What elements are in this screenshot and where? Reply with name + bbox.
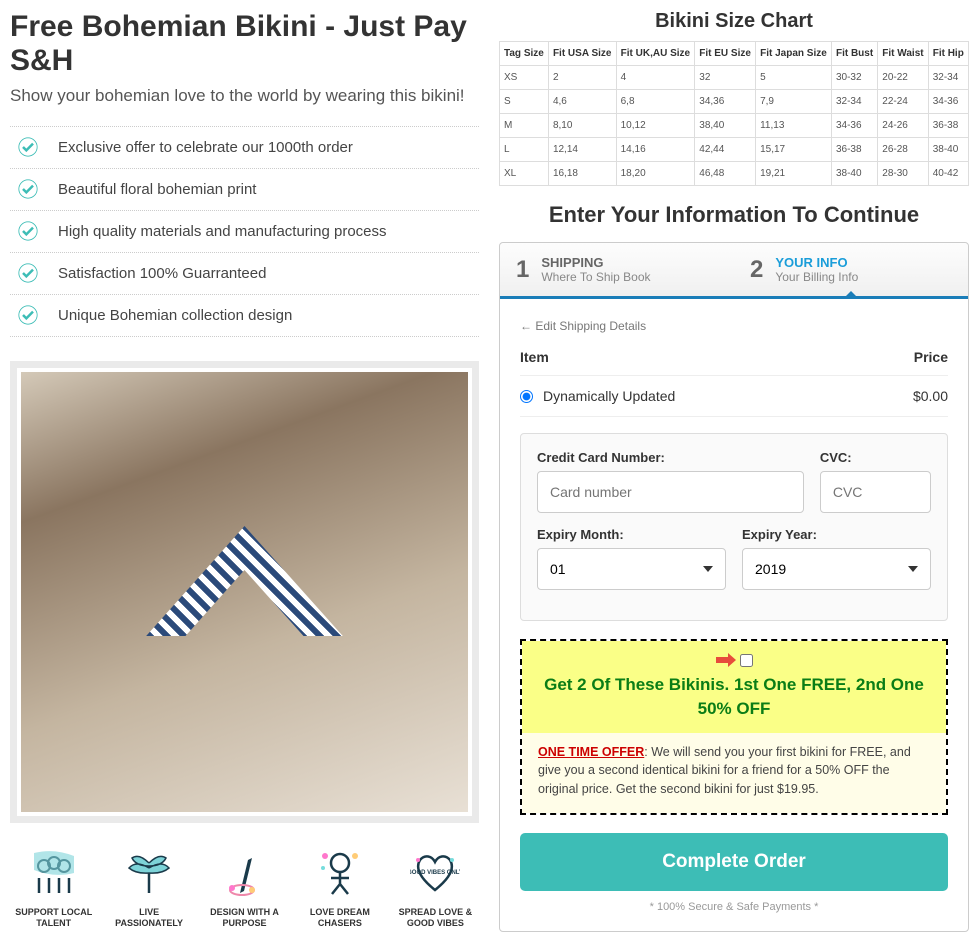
size-chart-title: Bikini Size Chart <box>499 10 969 33</box>
svg-text:GOOD VIBES ONLY: GOOD VIBES ONLY <box>410 870 460 876</box>
size-header: Fit Hip <box>928 42 968 66</box>
page-title: Free Bohemian Bikini - Just Pay S&H <box>10 10 479 78</box>
size-header: Fit UK,AU Size <box>616 42 695 66</box>
size-header: Fit USA Size <box>548 42 616 66</box>
check-icon <box>18 305 38 325</box>
upsell-checkbox[interactable] <box>740 654 753 667</box>
value-icons-row: SUPPORT LOCAL TALENT LIVE PASSIONATELY D… <box>10 843 479 929</box>
size-header: Tag Size <box>500 42 549 66</box>
size-header: Fit EU Size <box>695 42 756 66</box>
check-icon <box>18 137 38 157</box>
table-row: M8,1010,1238,4011,1334-3624-2636-38 <box>500 114 969 138</box>
cvc-input[interactable] <box>820 471 931 513</box>
payment-box: Credit Card Number: CVC: Expiry Month: 0… <box>520 433 948 621</box>
check-icon <box>18 179 38 199</box>
page-subtitle: Show your bohemian love to the world by … <box>10 86 479 106</box>
feature-item: Exclusive offer to celebrate our 1000th … <box>10 126 479 169</box>
item-radio[interactable] <box>520 390 533 403</box>
size-chart-table: Tag SizeFit USA SizeFit UK,AU SizeFit EU… <box>499 41 969 186</box>
table-row: S4,66,834,367,932-3422-2434-36 <box>500 90 969 114</box>
table-row: XS2432530-3220-2232-34 <box>500 66 969 90</box>
complete-order-button[interactable]: Complete Order <box>520 833 948 891</box>
value-icon: LIVE PASSIONATELY <box>105 843 192 929</box>
arrow-right-icon <box>716 653 736 667</box>
checkout-steps: 1 SHIPPINGWhere To Ship Book 2 YOUR INFO… <box>500 243 968 299</box>
feature-list: Exclusive offer to celebrate our 1000th … <box>10 126 479 337</box>
expiry-month-label: Expiry Month: <box>537 527 726 542</box>
size-header: Fit Japan Size <box>756 42 832 66</box>
cc-number-label: Credit Card Number: <box>537 450 804 465</box>
expiry-month-select[interactable]: 01 <box>537 548 726 590</box>
size-header: Fit Bust <box>831 42 877 66</box>
check-icon <box>18 221 38 241</box>
feature-item: Beautiful floral bohemian print <box>10 169 479 211</box>
value-icon: SUPPORT LOCAL TALENT <box>10 843 97 929</box>
table-row: L12,1414,1642,4415,1736-3826-2838-40 <box>500 138 969 162</box>
checkout-form: 1 SHIPPINGWhere To Ship Book 2 YOUR INFO… <box>499 242 969 932</box>
feature-item: High quality materials and manufacturing… <box>10 211 479 253</box>
product-image <box>10 361 479 823</box>
expiry-year-label: Expiry Year: <box>742 527 931 542</box>
item-price: $0.00 <box>913 388 948 404</box>
check-icon <box>18 263 38 283</box>
cc-number-input[interactable] <box>537 471 804 513</box>
size-header: Fit Waist <box>878 42 928 66</box>
step-shipping[interactable]: 1 SHIPPINGWhere To Ship Book <box>500 243 734 296</box>
cvc-label: CVC: <box>820 450 931 465</box>
table-row: XL16,1818,2046,4819,2138-4028-3040-42 <box>500 162 969 186</box>
upsell-description: ONE TIME OFFER: We will send you your fi… <box>522 733 946 813</box>
value-icon: GOOD VIBES ONLYSPREAD LOVE & GOOD VIBES <box>392 843 479 929</box>
expiry-year-select[interactable]: 2019 <box>742 548 931 590</box>
feature-item: Unique Bohemian collection design <box>10 295 479 337</box>
upsell-title: Get 2 Of These Bikinis. 1st One FREE, 2n… <box>538 673 930 721</box>
value-icon: LOVE DREAM CHASERS <box>296 843 383 929</box>
item-header-row: Item Price <box>520 349 948 376</box>
edit-shipping-link[interactable]: Edit Shipping Details <box>520 319 646 333</box>
upsell-offer-box: Get 2 Of These Bikinis. 1st One FREE, 2n… <box>520 639 948 815</box>
feature-item: Satisfaction 100% Guarranteed <box>10 253 479 295</box>
form-title: Enter Your Information To Continue <box>499 202 969 228</box>
value-icon: DESIGN WITH A PURPOSE <box>201 843 288 929</box>
item-line: Dynamically Updated $0.00 <box>520 376 948 417</box>
item-name: Dynamically Updated <box>543 388 675 404</box>
secure-payments-note: * 100% Secure & Safe Payments * <box>520 901 948 913</box>
step-your-info[interactable]: 2 YOUR INFOYour Billing Info <box>734 243 968 296</box>
